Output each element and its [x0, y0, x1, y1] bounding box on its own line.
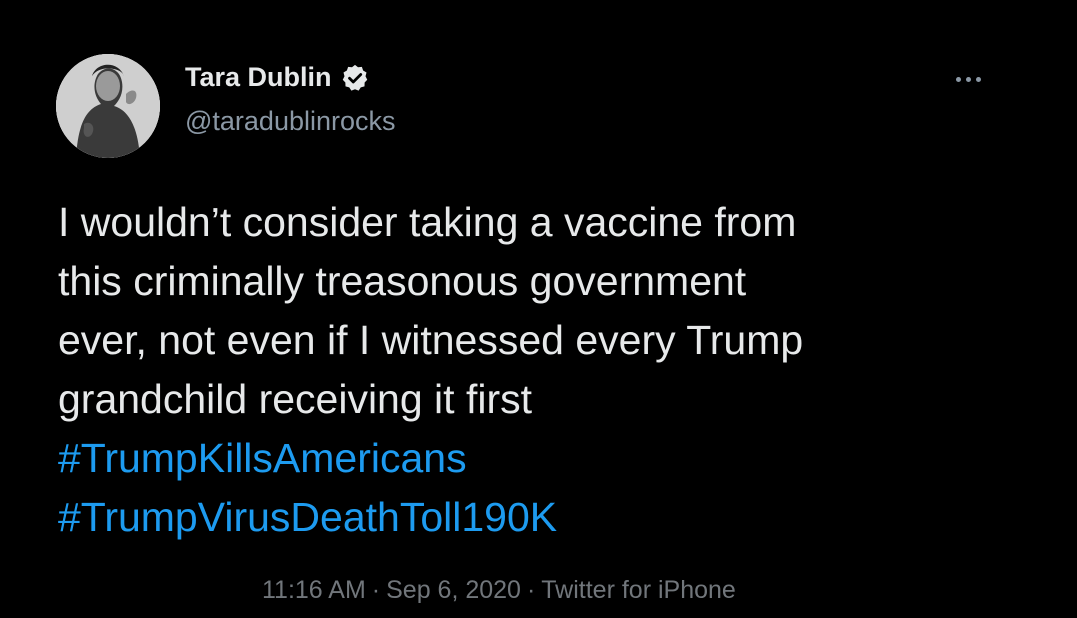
tweet-metadata: 11:16 AM · Sep 6, 2020 · Twitter for iPhone [262, 576, 736, 605]
tweet-text: I wouldn’t consider taking a vaccine fro… [58, 193, 1038, 547]
tweet-date[interactable]: Sep 6, 2020 [386, 576, 521, 604]
author-name-text[interactable]: Tara Dublin [185, 62, 332, 93]
hashtag-link[interactable]: #TrumpVirusDeathToll190K [58, 488, 1038, 547]
more-horizontal-icon [955, 76, 961, 82]
meta-separator: · [526, 576, 536, 604]
tweet-text-line: this criminally treasonous government [58, 258, 747, 304]
more-options-button[interactable] [946, 64, 990, 94]
avatar-image [56, 54, 160, 158]
tweet-text-line: I wouldn’t consider taking a vaccine fro… [58, 199, 797, 245]
tweet-source[interactable]: Twitter for iPhone [541, 576, 736, 604]
hashtag-link[interactable]: #TrumpKillsAmericans [58, 429, 1038, 488]
tweet-time[interactable]: 11:16 AM [262, 576, 366, 604]
tweet: Tara Dublin @taradublinrocks I wouldn’t … [0, 0, 1077, 618]
author-display-name[interactable]: Tara Dublin [185, 62, 370, 93]
author-handle[interactable]: @taradublinrocks [185, 106, 396, 137]
tweet-text-line: grandchild receiving it first [58, 376, 532, 422]
tweet-text-line: ever, not even if I witnessed every Trum… [58, 317, 804, 363]
verified-badge-icon [340, 63, 370, 93]
meta-separator: · [371, 576, 381, 604]
avatar[interactable] [56, 54, 160, 158]
